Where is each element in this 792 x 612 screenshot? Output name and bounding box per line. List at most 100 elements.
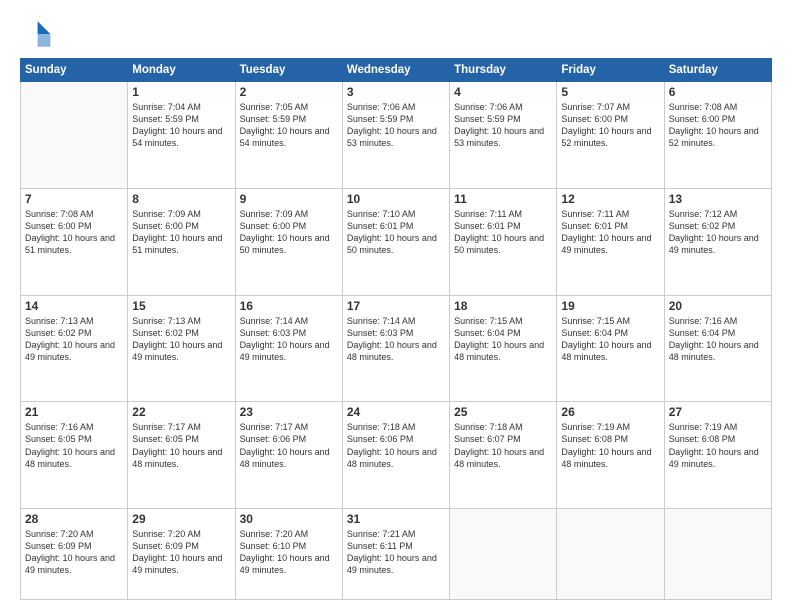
day-number: 17 <box>347 299 445 313</box>
col-header-wednesday: Wednesday <box>342 59 449 82</box>
calendar-cell: 29 Sunrise: 7:20 AMSunset: 6:09 PMDayligh… <box>128 509 235 600</box>
cell-details: Sunrise: 7:11 AMSunset: 6:01 PMDaylight:… <box>454 208 552 257</box>
cell-details: Sunrise: 7:15 AMSunset: 6:04 PMDaylight:… <box>454 315 552 364</box>
calendar-cell: 18 Sunrise: 7:15 AMSunset: 6:04 PMDayligh… <box>450 295 557 402</box>
day-number: 19 <box>561 299 659 313</box>
calendar-cell: 25Sunrise: 7:18 AMSunset: 6:07 PMDayligh… <box>450 402 557 509</box>
cell-details: Sunrise: 7:20 AMSunset: 6:09 PMDaylight:… <box>25 528 123 577</box>
cell-details: Sunrise: 7:12 AMSunset: 6:02 PMDaylight:… <box>669 208 767 257</box>
cell-details: Sunrise: 7:06 AMSunset: 5:59 PMDaylight:… <box>347 101 445 150</box>
day-number: 5 <box>561 85 659 99</box>
cell-details: Sunrise: 7:16 AMSunset: 6:04 PMDaylight:… <box>669 315 767 364</box>
calendar-cell: 24 Sunrise: 7:18 AMSunset: 6:06 PMDayligh… <box>342 402 449 509</box>
calendar-week-row: 1 Sunrise: 7:04 AMSunset: 5:59 PMDaylight… <box>21 82 772 189</box>
cell-details: Sunrise: 7:15 AMSunset: 6:04 PMDaylight:… <box>561 315 659 364</box>
calendar-cell: 10Sunrise: 7:10 AMSunset: 6:01 PMDayligh… <box>342 188 449 295</box>
cell-details: Sunrise: 7:16 AMSunset: 6:05 PMDaylight:… <box>25 421 123 470</box>
cell-details: Sunrise: 7:18 AMSunset: 6:06 PMDaylight:… <box>347 421 445 470</box>
calendar-cell: 3 Sunrise: 7:06 AMSunset: 5:59 PMDaylight… <box>342 82 449 189</box>
calendar-week-row: 14 Sunrise: 7:13 AMSunset: 6:02 PMDayligh… <box>21 295 772 402</box>
calendar-cell: 20 Sunrise: 7:16 AMSunset: 6:04 PMDayligh… <box>664 295 771 402</box>
calendar-table: SundayMondayTuesdayWednesdayThursdayFrid… <box>20 58 772 600</box>
calendar-cell: 1 Sunrise: 7:04 AMSunset: 5:59 PMDaylight… <box>128 82 235 189</box>
calendar-cell: 21Sunrise: 7:16 AMSunset: 6:05 PMDayligh… <box>21 402 128 509</box>
col-header-thursday: Thursday <box>450 59 557 82</box>
calendar-cell <box>21 82 128 189</box>
header <box>20 18 772 50</box>
day-number: 8 <box>132 192 230 206</box>
col-header-monday: Monday <box>128 59 235 82</box>
calendar-cell: 22Sunrise: 7:17 AMSunset: 6:05 PMDayligh… <box>128 402 235 509</box>
cell-details: Sunrise: 7:08 AMSunset: 6:00 PMDaylight:… <box>669 101 767 150</box>
calendar-cell: 15Sunrise: 7:13 AMSunset: 6:02 PMDayligh… <box>128 295 235 402</box>
cell-details: Sunrise: 7:13 AMSunset: 6:02 PMDaylight:… <box>132 315 230 364</box>
calendar-cell: 30 Sunrise: 7:20 AMSunset: 6:10 PMDayligh… <box>235 509 342 600</box>
calendar-cell: 17 Sunrise: 7:14 AMSunset: 6:03 PMDayligh… <box>342 295 449 402</box>
day-number: 9 <box>240 192 338 206</box>
day-number: 7 <box>25 192 123 206</box>
day-number: 1 <box>132 85 230 99</box>
calendar-cell: 8 Sunrise: 7:09 AMSunset: 6:00 PMDaylight… <box>128 188 235 295</box>
day-number: 27 <box>669 405 767 419</box>
cell-details: Sunrise: 7:17 AMSunset: 6:05 PMDaylight:… <box>132 421 230 470</box>
day-number: 13 <box>669 192 767 206</box>
calendar-cell: 23Sunrise: 7:17 AMSunset: 6:06 PMDayligh… <box>235 402 342 509</box>
day-number: 29 <box>132 512 230 526</box>
cell-details: Sunrise: 7:14 AMSunset: 6:03 PMDaylight:… <box>347 315 445 364</box>
cell-details: Sunrise: 7:14 AMSunset: 6:03 PMDaylight:… <box>240 315 338 364</box>
day-number: 24 <box>347 405 445 419</box>
day-number: 30 <box>240 512 338 526</box>
calendar-cell: 7 Sunrise: 7:08 AMSunset: 6:00 PMDaylight… <box>21 188 128 295</box>
day-number: 2 <box>240 85 338 99</box>
cell-details: Sunrise: 7:04 AMSunset: 5:59 PMDaylight:… <box>132 101 230 150</box>
day-number: 26 <box>561 405 659 419</box>
calendar-header-row: SundayMondayTuesdayWednesdayThursdayFrid… <box>21 59 772 82</box>
day-number: 4 <box>454 85 552 99</box>
calendar-week-row: 28 Sunrise: 7:20 AMSunset: 6:09 PMDayligh… <box>21 509 772 600</box>
calendar-cell: 2 Sunrise: 7:05 AMSunset: 5:59 PMDaylight… <box>235 82 342 189</box>
logo-icon <box>20 18 52 50</box>
cell-details: Sunrise: 7:19 AMSunset: 6:08 PMDaylight:… <box>561 421 659 470</box>
cell-details: Sunrise: 7:20 AMSunset: 6:10 PMDaylight:… <box>240 528 338 577</box>
col-header-tuesday: Tuesday <box>235 59 342 82</box>
calendar-cell: 9 Sunrise: 7:09 AMSunset: 6:00 PMDaylight… <box>235 188 342 295</box>
day-number: 18 <box>454 299 552 313</box>
cell-details: Sunrise: 7:10 AMSunset: 6:01 PMDaylight:… <box>347 208 445 257</box>
day-number: 16 <box>240 299 338 313</box>
col-header-sunday: Sunday <box>21 59 128 82</box>
day-number: 14 <box>25 299 123 313</box>
calendar-cell <box>664 509 771 600</box>
day-number: 31 <box>347 512 445 526</box>
cell-details: Sunrise: 7:20 AMSunset: 6:09 PMDaylight:… <box>132 528 230 577</box>
cell-details: Sunrise: 7:09 AMSunset: 6:00 PMDaylight:… <box>240 208 338 257</box>
col-header-friday: Friday <box>557 59 664 82</box>
calendar-cell: 27 Sunrise: 7:19 AMSunset: 6:08 PMDayligh… <box>664 402 771 509</box>
cell-details: Sunrise: 7:05 AMSunset: 5:59 PMDaylight:… <box>240 101 338 150</box>
calendar-week-row: 7 Sunrise: 7:08 AMSunset: 6:00 PMDaylight… <box>21 188 772 295</box>
calendar-cell: 14 Sunrise: 7:13 AMSunset: 6:02 PMDayligh… <box>21 295 128 402</box>
day-number: 3 <box>347 85 445 99</box>
calendar-cell: 19 Sunrise: 7:15 AMSunset: 6:04 PMDayligh… <box>557 295 664 402</box>
cell-details: Sunrise: 7:09 AMSunset: 6:00 PMDaylight:… <box>132 208 230 257</box>
cell-details: Sunrise: 7:11 AMSunset: 6:01 PMDaylight:… <box>561 208 659 257</box>
col-header-saturday: Saturday <box>664 59 771 82</box>
cell-details: Sunrise: 7:18 AMSunset: 6:07 PMDaylight:… <box>454 421 552 470</box>
day-number: 11 <box>454 192 552 206</box>
calendar-cell: 5 Sunrise: 7:07 AMSunset: 6:00 PMDaylight… <box>557 82 664 189</box>
calendar-cell <box>557 509 664 600</box>
calendar-cell: 16 Sunrise: 7:14 AMSunset: 6:03 PMDayligh… <box>235 295 342 402</box>
calendar-cell: 4Sunrise: 7:06 AMSunset: 5:59 PMDaylight… <box>450 82 557 189</box>
day-number: 23 <box>240 405 338 419</box>
cell-details: Sunrise: 7:07 AMSunset: 6:00 PMDaylight:… <box>561 101 659 150</box>
calendar-cell: 13 Sunrise: 7:12 AMSunset: 6:02 PMDayligh… <box>664 188 771 295</box>
day-number: 6 <box>669 85 767 99</box>
day-number: 20 <box>669 299 767 313</box>
cell-details: Sunrise: 7:19 AMSunset: 6:08 PMDaylight:… <box>669 421 767 470</box>
calendar-cell: 28 Sunrise: 7:20 AMSunset: 6:09 PMDayligh… <box>21 509 128 600</box>
calendar-cell: 31Sunrise: 7:21 AMSunset: 6:11 PMDayligh… <box>342 509 449 600</box>
day-number: 28 <box>25 512 123 526</box>
cell-details: Sunrise: 7:08 AMSunset: 6:00 PMDaylight:… <box>25 208 123 257</box>
page: SundayMondayTuesdayWednesdayThursdayFrid… <box>0 0 792 612</box>
cell-details: Sunrise: 7:13 AMSunset: 6:02 PMDaylight:… <box>25 315 123 364</box>
calendar-cell: 6 Sunrise: 7:08 AMSunset: 6:00 PMDaylight… <box>664 82 771 189</box>
